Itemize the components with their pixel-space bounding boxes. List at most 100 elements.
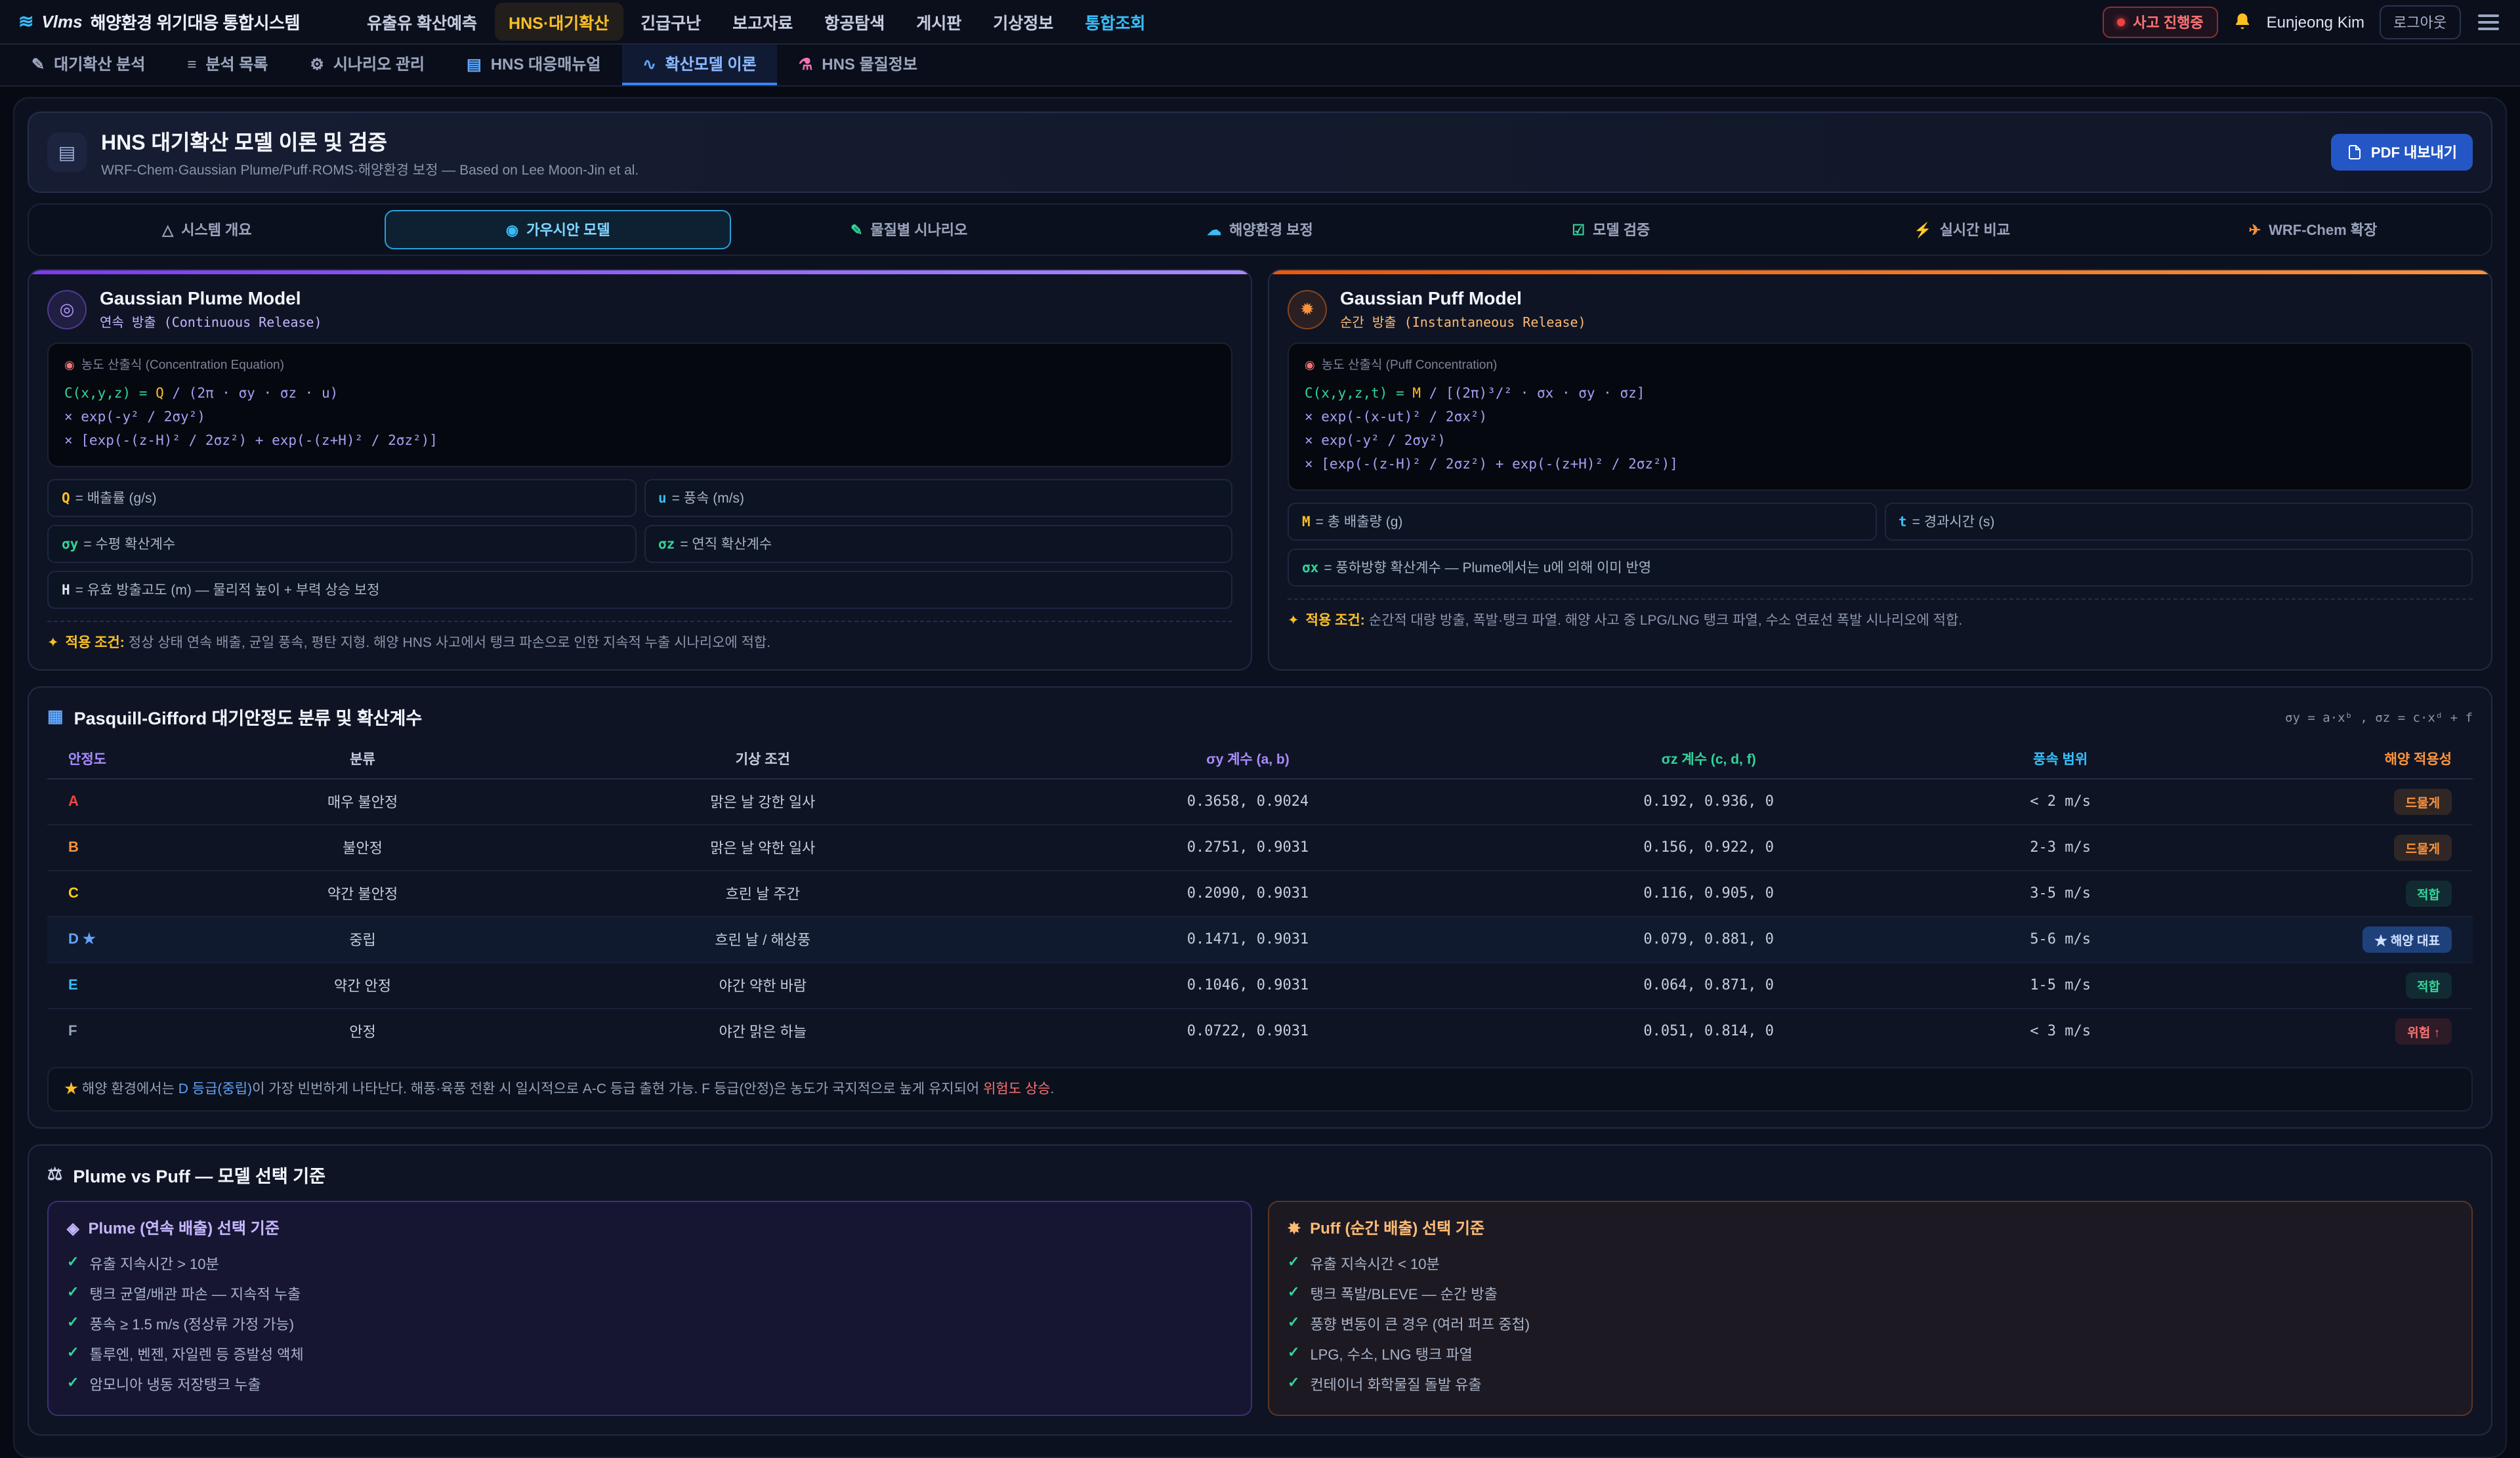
applicability-badge: 적합 (2405, 881, 2452, 907)
menu-item[interactable]: 항공탐색 (810, 3, 899, 41)
applicability-badge: 위험 ↑ (2395, 1018, 2452, 1045)
section-tab-icon: ☁ (1207, 221, 1221, 238)
menu-item[interactable]: 게시판 (902, 3, 976, 41)
main-menu: 유출유 확산예측HNS·대기확산긴급구난보고자료항공탐색게시판기상정보통합조회 (352, 3, 1160, 41)
puff-accent-bar (1269, 270, 2491, 274)
logo-text: Vlms (41, 12, 82, 31)
model-cards: ◎ Gaussian Plume Model 연속 방출 (Continuous… (28, 269, 2492, 671)
dispersion-formula: σy = a·xᵇ , σz = c·xᵈ + f (2285, 711, 2473, 726)
menu-item[interactable]: HNS·대기확산 (494, 3, 623, 41)
section-tab[interactable]: ⚡ 실시간 비교 (1789, 210, 2135, 249)
table-row: E 약간 안정 야간 약한 바람 0.1046, 0.9031 0.064, 0… (47, 963, 2473, 1009)
sigma-y-cell: 0.1046, 0.9031 (1017, 963, 1478, 1009)
menu-item[interactable]: 보고자료 (718, 3, 807, 41)
pdf-export-button[interactable]: PDF 내보내기 (2332, 134, 2473, 171)
user-name: Eunjeong Kim (2267, 12, 2364, 31)
sub-navbar: ✎ 대기확산 분석 ≡ 분석 목록 ⚙ 시나리오 관리 ▤ HNS 대응매뉴얼 … (0, 45, 2520, 87)
bell-icon[interactable] (2233, 12, 2252, 31)
incident-status-badge: 사고 진행중 (2103, 6, 2217, 37)
stability-grade-cell: A (47, 779, 217, 825)
hamburger-menu-icon[interactable] (2475, 7, 2502, 36)
check-icon: ✓ (1288, 1313, 1299, 1330)
subnav-tab[interactable]: ∿ 확산모델 이론 (621, 45, 777, 85)
menu-item[interactable]: 긴급구난 (626, 3, 715, 41)
wind-range-cell: < 3 m/s (1939, 1009, 2182, 1054)
criteria-item: ✓컨테이너 화학물질 돌발 유출 (1288, 1369, 2453, 1399)
subnav-tab-icon: ⚙ (310, 54, 324, 73)
pin-icon: ◉ (64, 358, 75, 371)
subnav-tab[interactable]: ▤ HNS 대응매뉴얼 (446, 45, 621, 85)
section-tab[interactable]: △ 시스템 개요 (34, 210, 380, 249)
table-row: D ★ 중립 흐린 날 / 해상풍 0.1471, 0.9031 0.079, … (47, 917, 2473, 963)
section-tab-label: 실시간 비교 (1940, 219, 2010, 240)
classification-cell: 안정 (217, 1009, 509, 1054)
table-row: A 매우 불안정 맑은 날 강한 일사 0.3658, 0.9024 0.192… (47, 779, 2473, 825)
burst-icon: ✸ (1288, 1218, 1301, 1237)
criteria-item: ✓풍속 ≥ 1.5 m/s (정상류 가정 가능) (67, 1308, 1232, 1339)
status-dot-icon (2117, 18, 2125, 26)
section-tab-icon: ☑ (1572, 221, 1585, 238)
plume-card-header: ◎ Gaussian Plume Model 연속 방출 (Continuous… (47, 287, 1232, 331)
classification-cell: 중립 (217, 917, 509, 963)
plume-equation-line2: × exp(-y² / 2σy²) (64, 407, 1215, 430)
scale-icon: ⚖ (47, 1164, 62, 1185)
subnav-tab-icon: ✎ (32, 54, 45, 73)
subnav-tab-icon: ≡ (187, 54, 196, 73)
sigma-z-cell: 0.116, 0.905, 0 (1479, 871, 1939, 917)
section-tab-icon: ◉ (506, 221, 518, 238)
plume-criteria-list: ✓유출 지속시간 > 10분✓탱크 균열/배관 파손 — 지속적 누출✓풍속 ≥… (67, 1248, 1232, 1399)
menu-item[interactable]: 유출유 확산예측 (352, 3, 492, 41)
stability-table-note: ★ 해양 환경에서는 D 등급(중립)이 가장 빈번하게 나타난다. 해풍·육풍… (47, 1067, 2473, 1112)
puff-title: Gaussian Puff Model (1340, 287, 1586, 308)
logout-button[interactable]: 로그아웃 (2379, 5, 2461, 39)
puff-model-card: ✹ Gaussian Puff Model 순간 방출 (Instantaneo… (1268, 269, 2492, 671)
subnav-tab[interactable]: ⚗ HNS 물질정보 (778, 45, 938, 85)
page-header: ▤ HNS 대기확산 모델 이론 및 검증 WRF-Chem·Gaussian … (28, 112, 2492, 193)
page-chart-icon: ▤ (47, 133, 87, 172)
applicability-cell: 드물게 (2181, 825, 2473, 871)
sigma-z-cell: 0.156, 0.922, 0 (1479, 825, 1939, 871)
criteria-item: ✓유출 지속시간 > 10분 (67, 1248, 1232, 1278)
section-tab[interactable]: ☁ 해양환경 보정 (1087, 210, 1433, 249)
subnav-tab[interactable]: ≡ 분석 목록 (166, 45, 289, 85)
plume-equation-line3: × [exp(-(z-H)² / 2σz²) + exp(-(z+H)² / 2… (64, 430, 1215, 454)
menu-item[interactable]: 기상정보 (978, 3, 1068, 41)
puff-equation-line4: × [exp(-(z-H)² / 2σz²) + exp(-(z+H)² / 2… (1305, 453, 2456, 477)
bar-chart-icon: ▦ (47, 706, 64, 727)
section-tab[interactable]: ✎ 물질별 시나리오 (736, 210, 1082, 249)
puff-equation-line2: × exp(-(x-ut)² / 2σx²) (1305, 407, 2456, 430)
sigma-z-cell: 0.051, 0.814, 0 (1479, 1009, 1939, 1054)
subnav-tab[interactable]: ✎ 대기확산 분석 (10, 45, 166, 85)
section-tab[interactable]: ☑ 모델 검증 (1438, 210, 1784, 249)
check-icon: ✓ (67, 1343, 79, 1360)
applicability-cell: 위험 ↑ (2181, 1009, 2473, 1054)
parameter-m: M= 총 배출량 (g) (1288, 502, 1876, 540)
applicability-cell: 적합 (2181, 871, 2473, 917)
wind-range-cell: 1-5 m/s (1939, 963, 2182, 1009)
subnav-tab-label: 확산모델 이론 (665, 52, 757, 75)
puff-equation-line3: × exp(-y² / 2σy²) (1305, 430, 2456, 454)
section-tab[interactable]: ◉ 가우시안 모델 (385, 210, 731, 249)
stability-table: 안정도분류기상 조건σy 계수 (a, b)σz 계수 (c, d, f)풍속 … (47, 740, 2473, 1054)
parameter-sigma-x: σx= 풍하방향 확산계수 — Plume에서는 u에 의해 이미 반영 (1288, 548, 2473, 586)
section-tab[interactable]: ✈ WRF-Chem 확장 (2140, 210, 2486, 249)
table-row: B 불안정 맑은 날 약한 일사 0.2751, 0.9031 0.156, 0… (47, 825, 2473, 871)
wind-range-cell: 2-3 m/s (1939, 825, 2182, 871)
check-icon: ✓ (67, 1253, 79, 1270)
stability-grade-cell: C (47, 871, 217, 917)
sigma-y-cell: 0.0722, 0.9031 (1017, 1009, 1478, 1054)
parameter-sigma-z: σz= 연직 확산계수 (644, 524, 1232, 562)
subnav-tab-label: HNS 물질정보 (822, 52, 917, 75)
menu-item[interactable]: 통합조회 (1070, 3, 1160, 41)
subnav-tab[interactable]: ⚙ 시나리오 관리 (289, 45, 446, 85)
stability-grade-cell: B (47, 825, 217, 871)
model-selection-title: ⚖ Plume vs Puff — 모델 선택 기준 (47, 1161, 2473, 1188)
classification-cell: 불안정 (217, 825, 509, 871)
sigma-y-cell: 0.2090, 0.9031 (1017, 871, 1478, 917)
criteria-item: ✓풍향 변동이 큰 경우 (여러 퍼프 중첩) (1288, 1308, 2453, 1339)
wave-icon: ≋ (18, 10, 33, 33)
column-header: σz 계수 (c, d, f) (1479, 740, 1939, 779)
section-tab-icon: △ (162, 221, 173, 238)
brand-logo[interactable]: ≋ Vlms 해양환경 위기대응 통합시스템 (18, 9, 300, 34)
note-segment: 해양 환경에서는 (82, 1081, 178, 1097)
